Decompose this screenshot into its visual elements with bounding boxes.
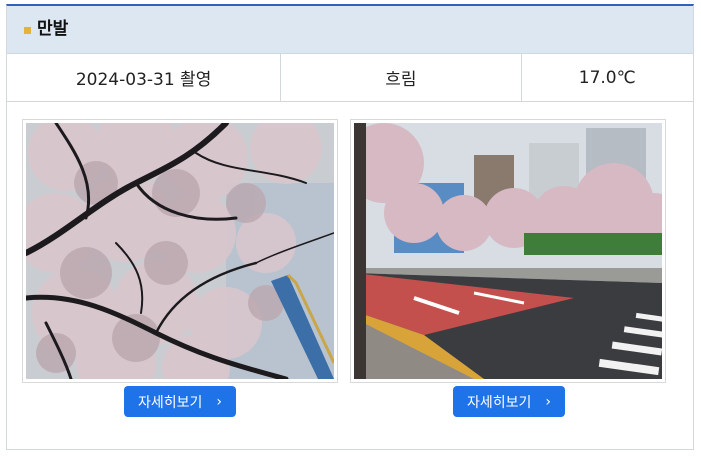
cherry-blossom-street-image	[354, 123, 662, 379]
photo-thumbnail-1[interactable]	[22, 119, 338, 383]
view-details-label: 자세히보기	[466, 394, 532, 411]
weather-cell: 흐림	[281, 54, 522, 101]
square-bullet-icon	[24, 27, 31, 34]
status-title: 만발	[37, 19, 69, 39]
date-cell: 2024-03-31 촬영	[7, 54, 282, 101]
view-details-button-1[interactable]: 자세히보기 ›	[124, 386, 236, 417]
view-details-label: 자세히보기	[137, 394, 203, 411]
chevron-right-icon: ›	[545, 393, 551, 410]
view-details-button-2[interactable]: 자세히보기 ›	[453, 386, 565, 417]
panel-header: 만발	[7, 6, 693, 54]
photo-thumbnail-2[interactable]	[350, 119, 666, 383]
info-row: 2024-03-31 촬영 흐림 17.0℃	[7, 54, 693, 102]
chevron-right-icon: ›	[216, 393, 222, 410]
cherry-blossom-canopy-image	[26, 123, 334, 379]
temperature-cell: 17.0℃	[578, 67, 636, 88]
